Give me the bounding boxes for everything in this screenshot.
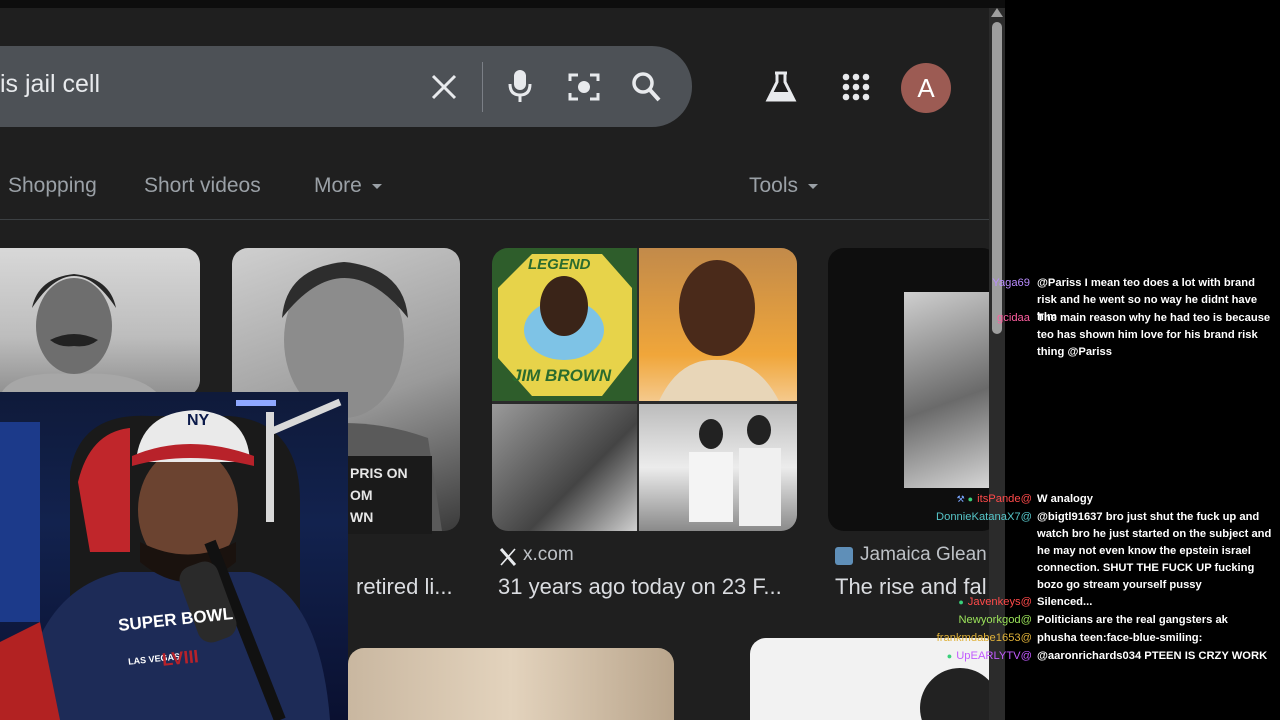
placard-line-3: WN [350, 509, 374, 525]
legend-top-text: LEGEND [528, 256, 591, 273]
chat-text: The main reason why he had teo is becaus… [1037, 312, 1271, 358]
tab-more-label: More [314, 174, 362, 197]
chat-badge-icon: ● [967, 494, 974, 504]
search-icon[interactable] [630, 70, 662, 104]
scroll-up-arrow-icon[interactable] [991, 8, 1003, 17]
placard-line-2: OM [350, 487, 373, 503]
chat-badge-icon: ● [946, 651, 953, 661]
image-result-collage[interactable]: LEGEND JIM BROWN [492, 248, 797, 531]
apps-grid-icon[interactable] [841, 72, 871, 102]
chevron-down-icon [371, 183, 382, 189]
chat-username: @DonnieKatanaX7 [936, 511, 1032, 523]
webcam-overlay: NY SUPER BOWL LAS VEGAS LVIII [0, 392, 348, 720]
result-source: x.com [523, 544, 574, 565]
cell-photo-image [904, 292, 998, 488]
result-title-link[interactable]: 31 years ago today on 23 F... [498, 574, 782, 600]
x-logo-icon [499, 548, 517, 566]
camera-search-icon[interactable] [567, 70, 601, 104]
search-divider [482, 62, 483, 112]
portrait-photo-image [639, 248, 797, 401]
chat-username: Yaga69 [992, 277, 1030, 289]
tab-short-videos[interactable]: Short videos [144, 174, 261, 198]
group-photo-image [639, 404, 797, 531]
clear-search-icon[interactable] [429, 70, 459, 104]
chevron-down-icon [808, 183, 819, 189]
chat-username: @itsPande [977, 493, 1032, 505]
chat-username: @UpEARLYTV [956, 650, 1032, 662]
placard-line-1: PRIS ON [350, 465, 408, 481]
mugshot-portrait-image [0, 274, 160, 396]
tabs-divider [0, 219, 990, 220]
moderator-wrench-icon: ⚒ [956, 494, 965, 504]
chat-username: @Newyorkgod [958, 614, 1032, 626]
chat-text: W analogy [1037, 493, 1093, 505]
mugshot-placard: PRIS ON OM WN [340, 456, 432, 534]
cap-logo: NY [187, 412, 210, 429]
labs-flask-icon[interactable] [764, 70, 798, 104]
image-result-cell-photo[interactable] [828, 248, 998, 531]
chat-username: gcidaa [997, 312, 1030, 324]
chat-username: @Javenkeys [967, 596, 1032, 608]
chat-text: Politicians are the real gangsters ak [1037, 614, 1228, 626]
microphone-icon[interactable] [506, 68, 534, 104]
streamer-webcam-image [0, 398, 342, 720]
crowd-photo-image [492, 404, 637, 531]
result-title-link[interactable]: retired li... [356, 574, 453, 600]
result-source: Jamaica Glean [860, 544, 987, 565]
shirt-text-3: LVIII [161, 646, 200, 670]
image-result-sofa[interactable] [348, 648, 674, 720]
chat-text: @bigtl91637 bro just shut the fuck up an… [1037, 511, 1272, 591]
stream-chat-overlay: Yaga69 @Pariss I mean teo does a lot wit… [936, 0, 1280, 720]
tab-shopping[interactable]: Shopping [8, 174, 97, 198]
browser-top-strip [0, 0, 1005, 8]
legend-bottom-text: JIM BROWN [512, 366, 612, 385]
account-avatar[interactable]: A [901, 63, 951, 113]
chat-badge-icon: ● [958, 597, 964, 607]
gleaner-favicon-icon [835, 547, 853, 565]
tab-tools[interactable]: Tools [749, 174, 819, 198]
chat-text: @aaronrichards034 PTEEN IS CRZY WORK [1037, 650, 1268, 662]
chat-username: @frankmdabe1653 [936, 632, 1032, 644]
image-result-mugshot-1[interactable] [0, 248, 200, 396]
tab-more[interactable]: More [314, 174, 382, 198]
search-input[interactable]: is jail cell [0, 70, 100, 99]
tab-tools-label: Tools [749, 174, 799, 197]
legend-painting-image: LEGEND JIM BROWN [492, 248, 637, 401]
chat-text: Silenced... [1037, 596, 1093, 608]
chat-text: phusha teen:face-blue-smiling: [1037, 632, 1203, 644]
